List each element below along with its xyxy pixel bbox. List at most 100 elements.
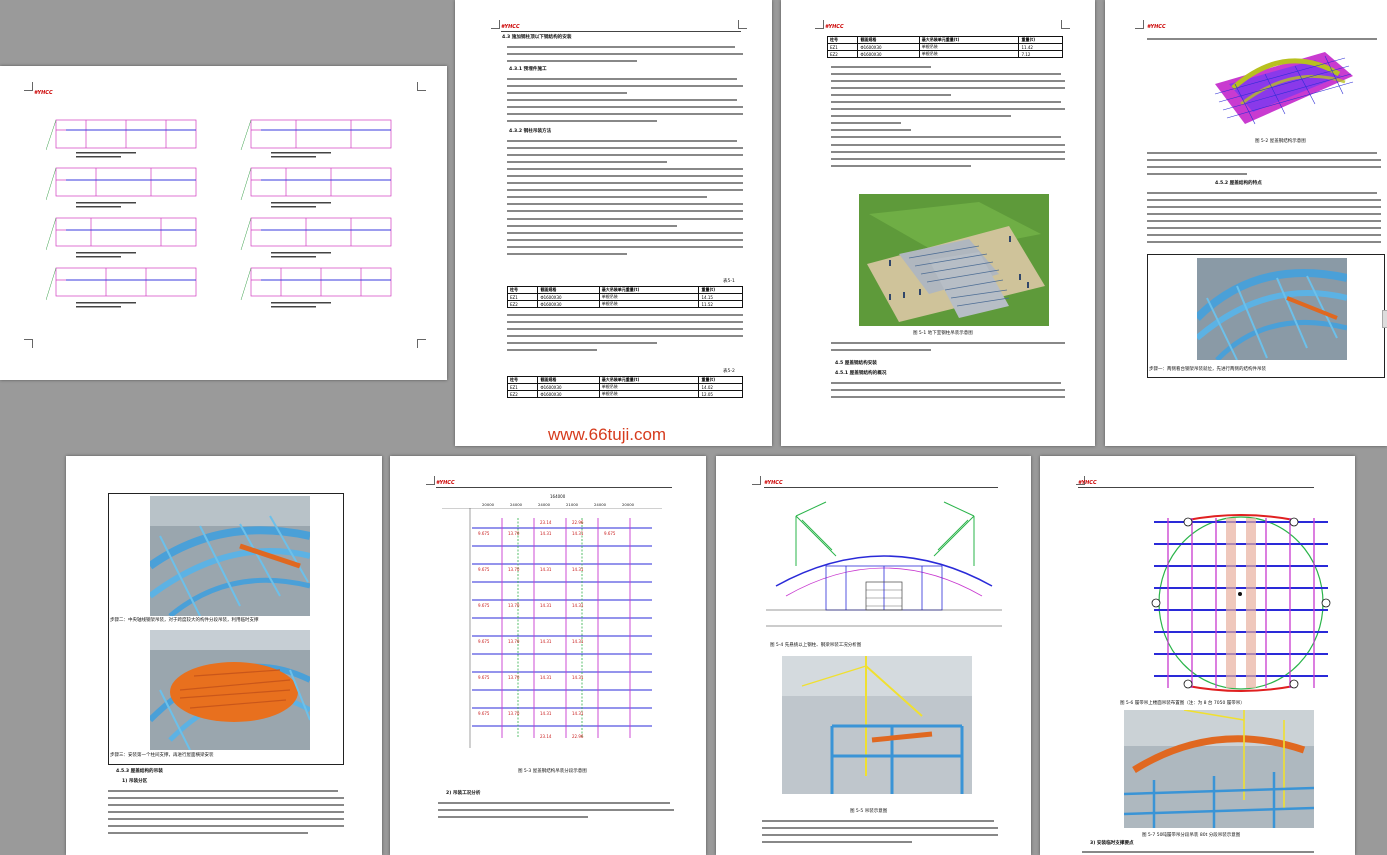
crop-mark bbox=[1135, 20, 1144, 29]
svg-text:14.31: 14.31 bbox=[540, 531, 552, 536]
svg-text:14.31: 14.31 bbox=[572, 603, 584, 608]
company-logo: #YHCC bbox=[764, 480, 783, 486]
paragraph-lines bbox=[1147, 190, 1381, 247]
dimension-label: 24000 bbox=[594, 502, 607, 507]
svg-text:9.675: 9.675 bbox=[478, 531, 490, 536]
paragraph-lines bbox=[831, 340, 1065, 354]
paragraph-lines bbox=[108, 788, 344, 838]
subsection-heading: 2) 吊装工况分析 bbox=[446, 791, 481, 796]
paragraph-lines bbox=[1082, 849, 1318, 855]
document-page-8[interactable]: #YHCC 图 5-6 履带吊上楼面吊装布置图（注：为 8 台 7050 履带吊… bbox=[1040, 456, 1355, 855]
figure-caption: 图 5-5 吊装示意图 bbox=[850, 809, 888, 814]
crop-mark bbox=[738, 20, 747, 29]
svg-text:23.14: 23.14 bbox=[540, 734, 552, 739]
svg-text:22.96: 22.96 bbox=[572, 734, 584, 739]
paragraph-lines bbox=[1147, 150, 1381, 178]
step-caption: 步骤三：安装第一个柱间支撑，再进行屋面横梁安装 bbox=[110, 753, 214, 758]
svg-text:13.70: 13.70 bbox=[508, 711, 520, 716]
paragraph-lines bbox=[1147, 36, 1381, 43]
crop-mark bbox=[417, 82, 426, 91]
dimension-label: 20000 bbox=[622, 502, 635, 507]
section-heading: 4.3 施加钢柱顶以下钢结构的安装 bbox=[502, 35, 572, 40]
svg-text:14.31: 14.31 bbox=[540, 567, 552, 572]
document-page-5[interactable]: 步骤二：中央轴线钢架吊装，对于跨度较大的构件分段吊装，利用临时支撑 步骤三：安装… bbox=[66, 456, 382, 855]
crop-mark bbox=[24, 82, 33, 91]
step-caption: 步骤二：中央轴线钢架吊装，对于跨度较大的构件分段吊装，利用临时支撑 bbox=[110, 618, 259, 623]
crop-mark bbox=[491, 20, 500, 29]
dimension-label: 24000 bbox=[510, 502, 523, 507]
figure-caption: 图 5-3 屋盖钢结构吊装分段示意图 bbox=[518, 769, 587, 774]
subsection-heading: 4.3.1 预埋件施工 bbox=[509, 67, 547, 72]
paragraph-lines bbox=[507, 44, 743, 65]
company-logo: #YHCC bbox=[436, 480, 455, 486]
figure-caption: 图 5-1 地下室钢柱吊装示意图 bbox=[913, 331, 973, 336]
header-rule bbox=[436, 487, 672, 488]
document-page-3[interactable]: #YHCC 柱号 截面规格 最大吊装单元重量(t) 重量(t) EZ1 Φ1600X30… bbox=[781, 0, 1095, 446]
document-page-4[interactable]: #YHCC 图 5-2 屋盖钢结构示意图 4.5.2 屋盖结构的特点 步骤一：两… bbox=[1105, 0, 1387, 446]
crop-mark bbox=[1061, 20, 1070, 29]
document-page-6[interactable]: #YHCC 164000 20000 24000 24000 21000 240… bbox=[390, 456, 706, 855]
svg-text:13.70: 13.70 bbox=[508, 639, 520, 644]
subsection-heading: 4.5.3 屋盖结构的吊装 bbox=[116, 769, 163, 774]
subsection-heading: 1) 吊装分区 bbox=[122, 779, 148, 784]
data-table: 柱号 截面规格 最大吊装单元重量(t) 重量(t) EZ1 Φ1600X30 单根吊装 14… bbox=[506, 376, 743, 398]
steel-truss-render bbox=[1197, 258, 1347, 360]
svg-text:9.675: 9.675 bbox=[478, 567, 490, 572]
dimension-label: 21000 bbox=[566, 502, 579, 507]
data-table: 柱号 截面规格 最大吊装单元重量(t) 重量(t) EZ1 Φ1600X30 单根吊装 11… bbox=[826, 36, 1063, 58]
paragraph-lines bbox=[438, 800, 674, 821]
lifting-section-render bbox=[1124, 710, 1314, 828]
svg-text:14.31: 14.31 bbox=[572, 567, 584, 572]
figure-caption: 图 5-6 履带吊上楼面吊装布置图（注：为 8 台 7050 履带吊） bbox=[1120, 701, 1245, 706]
data-table: 柱号 截面规格 最大吊装单元重量(t) 重量(t) EZ1 Φ1600X30 单根吊装 14… bbox=[506, 286, 743, 308]
dimension-label: 20000 bbox=[482, 502, 495, 507]
crop-mark bbox=[752, 476, 761, 485]
figure-caption: 图 5-4 先悬挑以上钢柱、钢梁吊装工况分析图 bbox=[770, 643, 862, 648]
svg-text:13.70: 13.70 bbox=[508, 531, 520, 536]
document-page-1[interactable]: #YHCC bbox=[0, 66, 447, 380]
step-caption: 步骤一：两侧看台钢架吊装就位，先进行两侧的结构件吊装 bbox=[1149, 367, 1266, 372]
total-dimension: 164000 bbox=[550, 494, 566, 499]
header-rule bbox=[1078, 487, 1314, 488]
header-rule bbox=[764, 487, 998, 488]
figure-caption: 图 5-2 屋盖钢结构示意图 bbox=[1255, 139, 1306, 144]
subsection-heading: 3) 安装临时支撑要点 bbox=[1090, 841, 1134, 846]
basement-column-render bbox=[859, 194, 1049, 326]
company-logo: #YHCC bbox=[825, 24, 844, 30]
svg-text:14.31: 14.31 bbox=[572, 675, 584, 680]
crop-mark bbox=[426, 476, 435, 485]
document-page-7[interactable]: #YHCC 图 5-4 先悬挑以上钢柱、钢梁吊装工况分析图 图 5-5 吊装示意… bbox=[716, 456, 1031, 855]
figure-caption: 图 5-7 50吨履带吊分段吊装 80t 分段吊装示意图 bbox=[1142, 833, 1241, 838]
scrollbar-thumb[interactable] bbox=[1382, 310, 1387, 328]
subsection-heading: 4.5.2 屋盖结构的特点 bbox=[1215, 181, 1262, 186]
svg-text:9.675: 9.675 bbox=[478, 603, 490, 608]
table-caption: 表5-2 bbox=[723, 369, 735, 374]
document-page-2[interactable]: #YHCC 4.3 施加钢柱顶以下钢结构的安装 4.3.1 预埋件施工 4.3.… bbox=[455, 0, 772, 446]
dimension-label: 24000 bbox=[538, 502, 551, 507]
header-rule bbox=[501, 31, 741, 32]
svg-text:9.675: 9.675 bbox=[478, 711, 490, 716]
crop-mark bbox=[815, 20, 824, 29]
step2-render bbox=[150, 496, 310, 616]
crane-section-drawing bbox=[766, 501, 1002, 627]
section-heading: 4.5 屋盖钢结构安装 bbox=[835, 361, 877, 366]
roof-structure-model bbox=[1205, 44, 1355, 134]
construction-stage-drawings bbox=[46, 119, 392, 308]
svg-text:14.31: 14.31 bbox=[540, 675, 552, 680]
company-logo: #YHCC bbox=[1078, 480, 1097, 486]
paragraph-lines bbox=[507, 138, 743, 259]
svg-text:14.31: 14.31 bbox=[572, 531, 584, 536]
svg-text:22.96: 22.96 bbox=[572, 520, 584, 525]
paragraph-lines bbox=[831, 64, 1065, 170]
crawler-crane-layout-plan bbox=[1151, 514, 1331, 692]
svg-text:14.31: 14.31 bbox=[540, 639, 552, 644]
paragraph-lines bbox=[831, 380, 1065, 401]
company-logo: #YHCC bbox=[501, 24, 520, 30]
crop-mark bbox=[24, 339, 33, 348]
paragraph-lines bbox=[507, 312, 743, 355]
svg-text:23.14: 23.14 bbox=[540, 520, 552, 525]
crane-lifting-render bbox=[782, 656, 972, 794]
watermark-text: www.66tuji.com bbox=[548, 425, 667, 444]
crop-mark bbox=[417, 339, 426, 348]
subsection-heading: 4.3.2 钢柱吊装方法 bbox=[509, 129, 552, 134]
